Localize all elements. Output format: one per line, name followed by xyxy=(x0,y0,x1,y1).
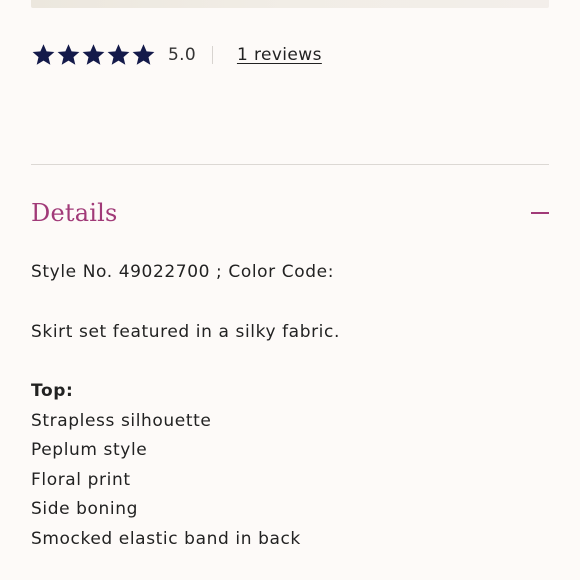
details-title: Details xyxy=(31,199,118,227)
feature-item: Smocked elastic band in back xyxy=(31,528,301,549)
details-accordion-header[interactable]: Details xyxy=(31,190,549,236)
feature-item: Peplum style xyxy=(31,440,148,460)
section-divider xyxy=(31,164,549,165)
product-description: Skirt set featured in a silky fabric. xyxy=(31,321,340,342)
rating-summary: 5.0 1 reviews xyxy=(31,40,322,70)
star-icon xyxy=(81,43,106,67)
minus-icon[interactable] xyxy=(531,212,549,214)
rating-separator xyxy=(211,46,213,64)
details-content: Style No. 49022700 ; Color Code: Skirt s… xyxy=(31,258,549,554)
feature-item: Floral print xyxy=(31,469,131,490)
star-icon xyxy=(131,43,156,67)
rating-value: 5.0 xyxy=(168,45,196,65)
star-icon xyxy=(106,43,131,67)
product-image-bottom-edge xyxy=(31,0,549,8)
star-icon xyxy=(56,43,81,67)
star-rating xyxy=(31,43,156,67)
top-section-label: Top: xyxy=(31,381,74,401)
style-number: Style No. 49022700 ; Color Code: xyxy=(31,262,335,282)
feature-item: Side boning xyxy=(31,499,139,519)
feature-item: Strapless silhouette xyxy=(31,410,212,431)
reviews-link[interactable]: 1 reviews xyxy=(237,45,322,65)
star-icon xyxy=(31,43,56,67)
